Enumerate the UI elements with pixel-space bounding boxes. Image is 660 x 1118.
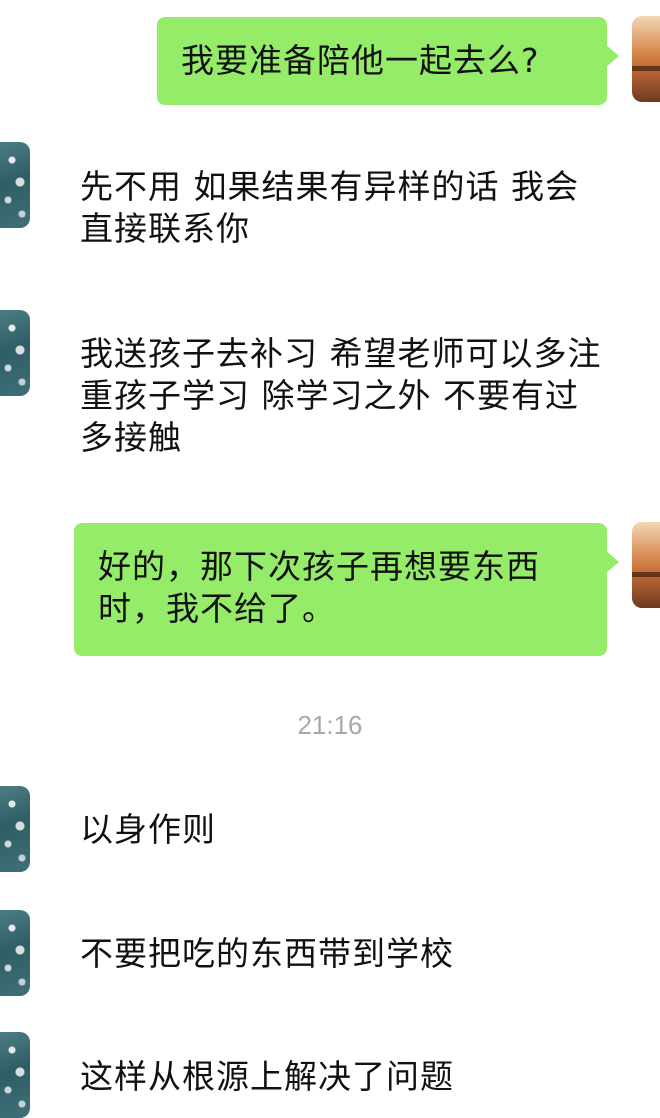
message-bubble-sent[interactable]: 好的，那下次孩子再想要东西时，我不给了。 [74,523,619,656]
contact-avatar[interactable] [0,910,30,996]
message-text: 以身作则 [80,810,216,849]
message-bubble-received[interactable]: 不要把吃的东西带到学校 [80,933,580,975]
message-text: 好的，那下次孩子再想要东西时，我不给了。 [98,547,540,628]
message-text: 先不用 如果结果有异样的话 我会直接联系你 [80,167,579,248]
message-text: 这样从根源上解决了问题 [80,1057,454,1096]
contact-avatar[interactable] [0,786,30,872]
message-bubble-received[interactable]: 以身作则 [80,809,580,851]
chat-area[interactable]: 我要准备陪他一起去么? 先不用 如果结果有异样的话 我会直接联系你 我送孩子去补… [0,0,660,1118]
my-avatar[interactable] [632,16,660,102]
message-text: 不要把吃的东西带到学校 [80,934,454,973]
message-bubble-sent[interactable]: 我要准备陪他一起去么? [157,17,619,105]
message-bubble-received[interactable]: 这样从根源上解决了问题 [80,1056,580,1098]
message-text: 我送孩子去补习 希望老师可以多注重孩子学习 除学习之外 不要有过多接触 [80,334,602,457]
message-timestamp: 21:16 [297,710,363,740]
message-bubble-received[interactable]: 先不用 如果结果有异样的话 我会直接联系你 [80,166,590,250]
contact-avatar[interactable] [0,310,30,396]
contact-avatar[interactable] [0,142,30,228]
contact-avatar[interactable] [0,1032,30,1118]
my-avatar[interactable] [632,522,660,608]
message-text: 我要准备陪他一起去么? [181,41,540,80]
message-bubble-received[interactable]: 我送孩子去补习 希望老师可以多注重孩子学习 除学习之外 不要有过多接触 [80,333,610,459]
